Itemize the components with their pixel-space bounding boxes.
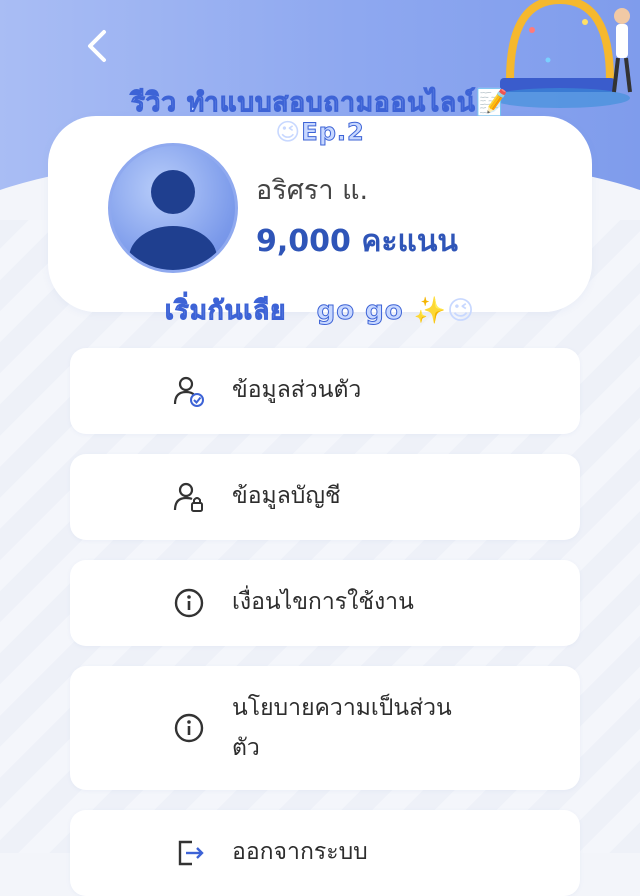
menu-label: เงื่อนไขการใช้งาน (232, 589, 414, 615)
banner-episode-text: Ep.2 (301, 118, 365, 147)
banner-cheer: เริ่มกันเลีย go go ✨😉 (0, 290, 640, 331)
user-silhouette-icon (129, 170, 217, 270)
menu-item-personal-info[interactable]: ข้อมูลส่วนตัว (70, 348, 580, 434)
menu-item-terms[interactable]: เงื่อนไขการใช้งาน (70, 560, 580, 646)
menu-label: ข้อมูลบัญชี (232, 483, 341, 509)
banner-title-text: รีวิว ทำแบบสอบถามออนไลน์ (130, 88, 476, 119)
points-balance: 9,000 คะแนน (256, 224, 458, 259)
menu-item-logout[interactable]: ออกจากระบบ (70, 810, 580, 896)
info-icon (174, 713, 204, 743)
menu-label: ข้อมูลส่วนตัว (232, 377, 362, 403)
menu-label-line2: ตัว (232, 735, 260, 761)
wink-emoji-icon: 😉 (275, 118, 302, 146)
menu-item-privacy-policy[interactable]: นโยบายความเป็นส่วน ตัว (70, 666, 580, 790)
sparkles-icon: ✨😉 (413, 296, 476, 326)
menu-item-account-info[interactable]: ข้อมูลบัญชี (70, 454, 580, 540)
banner-episode: 😉Ep.2 (0, 118, 640, 147)
user-lock-icon (173, 482, 203, 512)
menu-label: ออกจากระบบ (232, 839, 368, 865)
banner-cheer-text: เริ่มกันเลีย (164, 296, 287, 327)
logout-icon (178, 840, 204, 866)
info-icon (174, 588, 204, 618)
avatar (108, 143, 238, 273)
back-icon[interactable] (78, 26, 118, 66)
user-name: อริศรา แ. (256, 175, 369, 206)
user-check-icon (173, 376, 204, 407)
memo-icon: 📝 (475, 88, 510, 118)
banner-gogo-text: go go (316, 296, 404, 327)
menu-label: นโยบายความเป็นส่วน (232, 695, 452, 721)
